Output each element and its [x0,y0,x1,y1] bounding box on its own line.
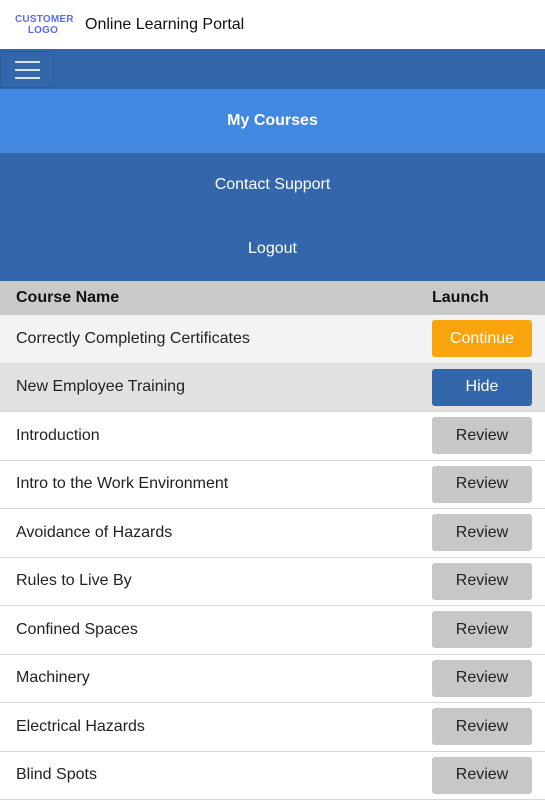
table-row: Confined Spaces Review [0,606,545,655]
menu-item-contact-support[interactable]: Contact Support [0,153,545,217]
table-header: Course Name Launch [0,281,545,315]
course-name: Intro to the Work Environment [16,475,229,493]
hide-button[interactable]: Hide [432,368,532,406]
table-row: Rules to Live By Review [0,558,545,606]
courses-table: Course Name Launch Correctly Completing … [0,281,545,800]
review-button[interactable]: Review [432,708,532,746]
review-button[interactable]: Review [432,611,532,649]
column-header-launch: Launch [432,289,489,306]
course-name: Introduction [16,426,100,444]
course-name: Machinery [16,669,90,687]
course-name: New Employee Training [16,378,185,396]
logo-line-1: CUSTOMER [15,13,74,25]
main-menu: My Courses Contact Support Logout [0,89,545,281]
review-button[interactable]: Review [432,756,532,794]
hamburger-menu-icon[interactable] [0,51,55,88]
portal-title: Online Learning Portal [85,15,245,33]
page-header: CUSTOMER LOGO Online Learning Portal [0,0,545,49]
review-button[interactable]: Review [432,514,532,552]
table-row: Electrical Hazards Review [0,703,545,752]
table-row: Introduction Review [0,412,545,461]
table-row: New Employee Training Hide [0,363,545,412]
course-name: Correctly Completing Certificates [16,329,250,347]
logo-line-2: LOGO [27,24,59,36]
review-button[interactable]: Review [432,465,532,503]
course-name: Confined Spaces [16,620,138,638]
review-button[interactable]: Review [432,562,532,600]
course-name: Electrical Hazards [16,717,145,735]
menu-item-logout[interactable]: Logout [0,217,545,281]
table-row: Avoidance of Hazards Review [0,509,545,558]
review-button[interactable]: Review [432,417,532,455]
navbar [0,49,545,89]
review-button[interactable]: Review [432,659,532,697]
course-name: Avoidance of Hazards [16,523,173,541]
column-header-course-name: Course Name [16,289,120,306]
course-name: Rules to Live By [16,572,132,590]
menu-item-my-courses[interactable]: My Courses [0,89,545,153]
table-row: Blind Spots Review [0,752,545,800]
continue-button[interactable]: Continue [432,320,532,358]
table-row: Intro to the Work Environment Review [0,461,545,509]
table-row: Machinery Review [0,655,545,703]
table-row: Correctly Completing Certificates Contin… [0,315,545,364]
course-name: Blind Spots [16,766,97,784]
customer-logo[interactable]: CUSTOMER LOGO [15,13,74,36]
